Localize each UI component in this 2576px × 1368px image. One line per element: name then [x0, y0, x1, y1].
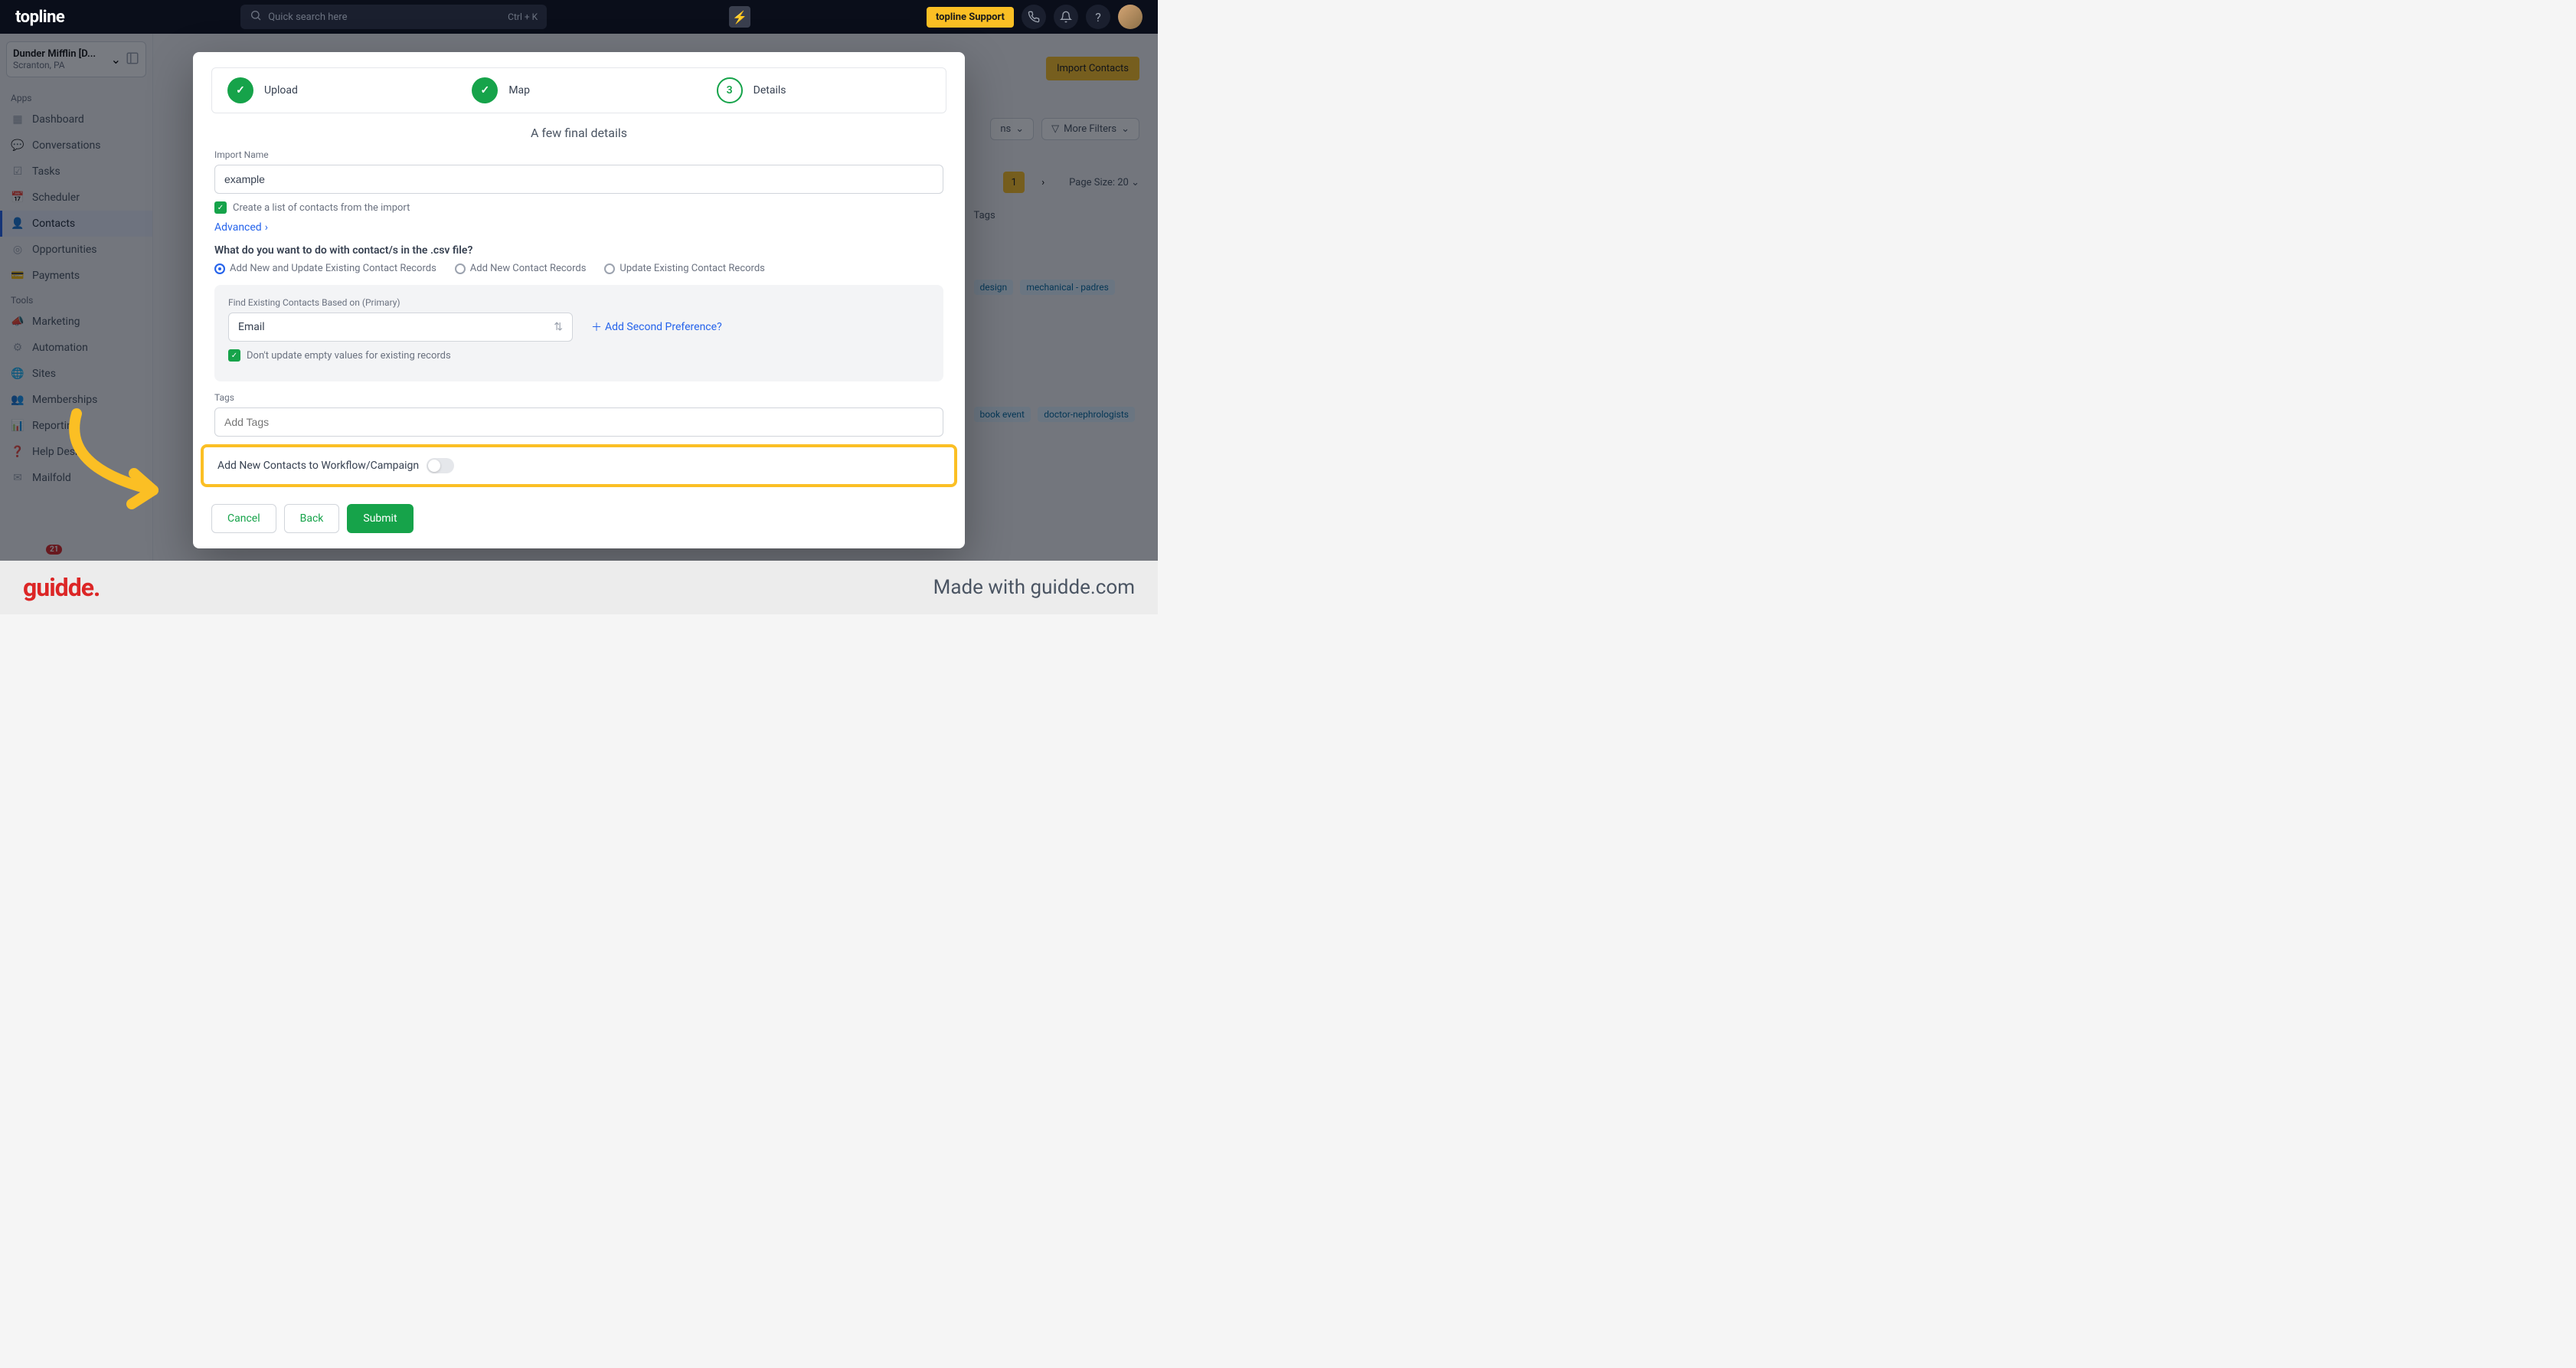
logo: topline: [15, 8, 64, 27]
cancel-button[interactable]: Cancel: [211, 504, 276, 533]
step-upload: ✓ Upload: [212, 68, 456, 113]
bolt-button[interactable]: ⚡: [729, 6, 750, 28]
create-list-checkbox[interactable]: ✓: [214, 201, 227, 214]
made-with-text: Made with guidde.com: [933, 576, 1135, 599]
search-shortcut: Ctrl + K: [508, 11, 538, 22]
import-name-input[interactable]: [214, 165, 943, 194]
workflow-toggle[interactable]: [427, 458, 454, 473]
guidde-logo: guidde.: [23, 573, 100, 602]
bell-icon[interactable]: [1054, 5, 1078, 29]
stepper: ✓ Upload ✓ Map 3 Details: [211, 67, 946, 113]
import-modal: ✓ Upload ✓ Map 3 Details A few final det…: [193, 52, 965, 548]
updown-icon: ⇅: [554, 321, 563, 333]
app-header: topline Quick search here Ctrl + K ⚡ top…: [0, 0, 1158, 34]
step-map: ✓ Map: [456, 68, 701, 113]
radio-icon: [604, 263, 615, 274]
find-existing-panel: Find Existing Contacts Based on (Primary…: [214, 285, 943, 381]
import-name-label: Import Name: [214, 149, 943, 160]
select-value: Email: [238, 321, 265, 333]
check-icon: ✓: [227, 77, 253, 103]
radio-update[interactable]: Update Existing Contact Records: [604, 263, 764, 274]
highlight-annotation: Add New Contacts to Workflow/Campaign: [201, 444, 957, 487]
dont-update-checkbox[interactable]: ✓: [228, 349, 240, 362]
advanced-toggle[interactable]: Advanced ›: [214, 221, 943, 234]
workflow-label: Add New Contacts to Workflow/Campaign: [217, 460, 419, 472]
find-existing-label: Find Existing Contacts Based on (Primary…: [228, 297, 930, 308]
dont-update-label: Don't update empty values for existing r…: [247, 350, 451, 362]
radio-icon: [214, 263, 225, 274]
plus-icon: ＋: [591, 319, 602, 335]
back-button[interactable]: Back: [284, 504, 340, 533]
annotation-arrow-icon: [54, 406, 191, 513]
phone-icon[interactable]: [1022, 5, 1046, 29]
primary-match-select[interactable]: Email ⇅: [228, 313, 573, 342]
guidde-footer: guidde. Made with guidde.com: [0, 561, 1158, 614]
radio-add-new[interactable]: Add New Contact Records: [455, 263, 587, 274]
search-input[interactable]: Quick search here Ctrl + K: [240, 5, 547, 29]
radio-icon: [455, 263, 466, 274]
support-button[interactable]: topline Support: [927, 7, 1014, 28]
avatar[interactable]: [1118, 5, 1143, 29]
csv-question: What do you want to do with contact/s in…: [214, 244, 943, 257]
radio-add-update[interactable]: Add New and Update Existing Contact Reco…: [214, 263, 436, 274]
add-second-preference[interactable]: ＋ Add Second Preference?: [591, 319, 722, 335]
tags-input[interactable]: [214, 407, 943, 437]
tags-label: Tags: [214, 392, 943, 403]
step-number: 3: [717, 77, 743, 103]
submit-button[interactable]: Submit: [347, 504, 413, 533]
chevron-right-icon: ›: [265, 221, 268, 234]
search-placeholder: Quick search here: [268, 11, 347, 23]
search-icon: [250, 9, 262, 25]
check-icon: ✓: [472, 77, 498, 103]
modal-title: A few final details: [193, 126, 965, 140]
help-icon[interactable]: ?: [1086, 5, 1110, 29]
step-details: 3 Details: [701, 68, 946, 113]
create-list-label: Create a list of contacts from the impor…: [233, 202, 410, 214]
